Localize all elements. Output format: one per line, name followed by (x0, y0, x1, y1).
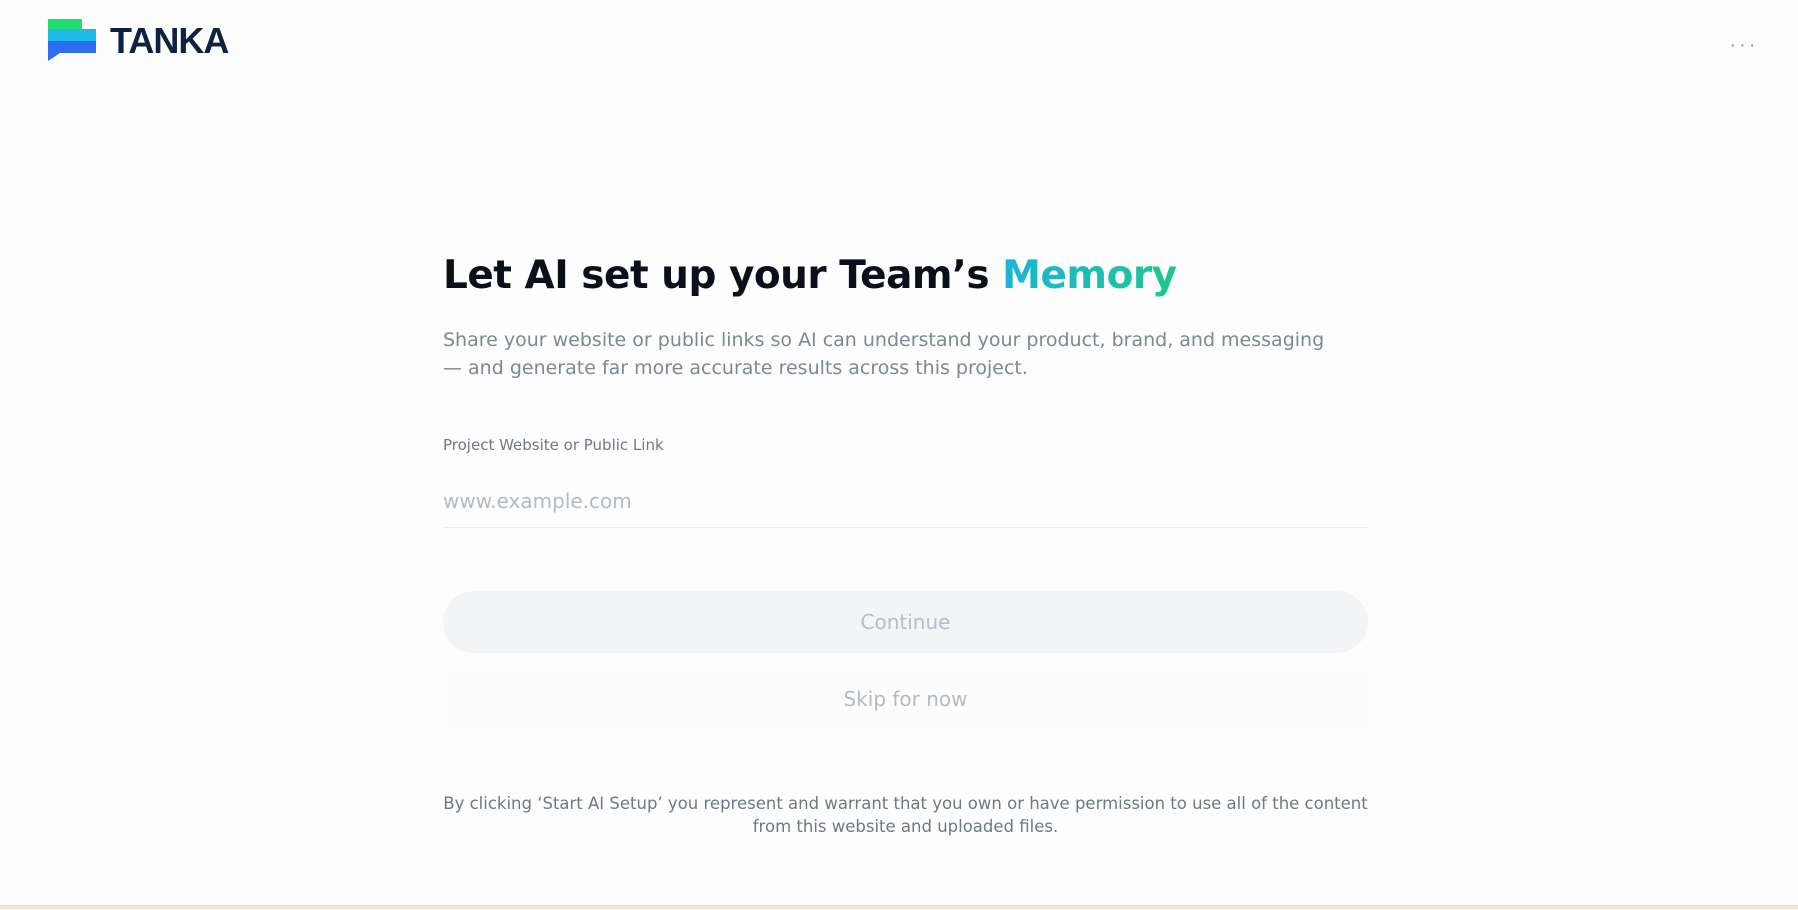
page-title: Let AI set up your Team’s Memory (443, 250, 1368, 302)
ai-setup-form: Let AI set up your Team’s Memory Share y… (443, 250, 1368, 838)
continue-button[interactable]: Continue (443, 591, 1368, 653)
bottom-edge-strip (0, 905, 1798, 910)
skip-for-now-button[interactable]: Skip for now (443, 670, 1368, 728)
more-options-button[interactable]: ··· (1724, 30, 1764, 60)
legal-disclaimer: By clicking ‘Start AI Setup’ you represe… (443, 794, 1368, 836)
website-field-label: Project Website or Public Link (443, 436, 664, 454)
more-horizontal-icon: ··· (1729, 34, 1759, 56)
page-subtitle: Share your website or public links so AI… (443, 329, 1325, 379)
website-input[interactable] (443, 489, 1368, 513)
brand-name: TANKA (110, 20, 229, 61)
page-title-accent: Memory (1002, 253, 1177, 298)
tanka-logo-icon (48, 19, 98, 63)
tanka-logo[interactable]: TANKA (48, 19, 229, 63)
page-title-prefix: Let AI set up your Team’s (443, 253, 1003, 298)
website-field-container (443, 475, 1368, 528)
